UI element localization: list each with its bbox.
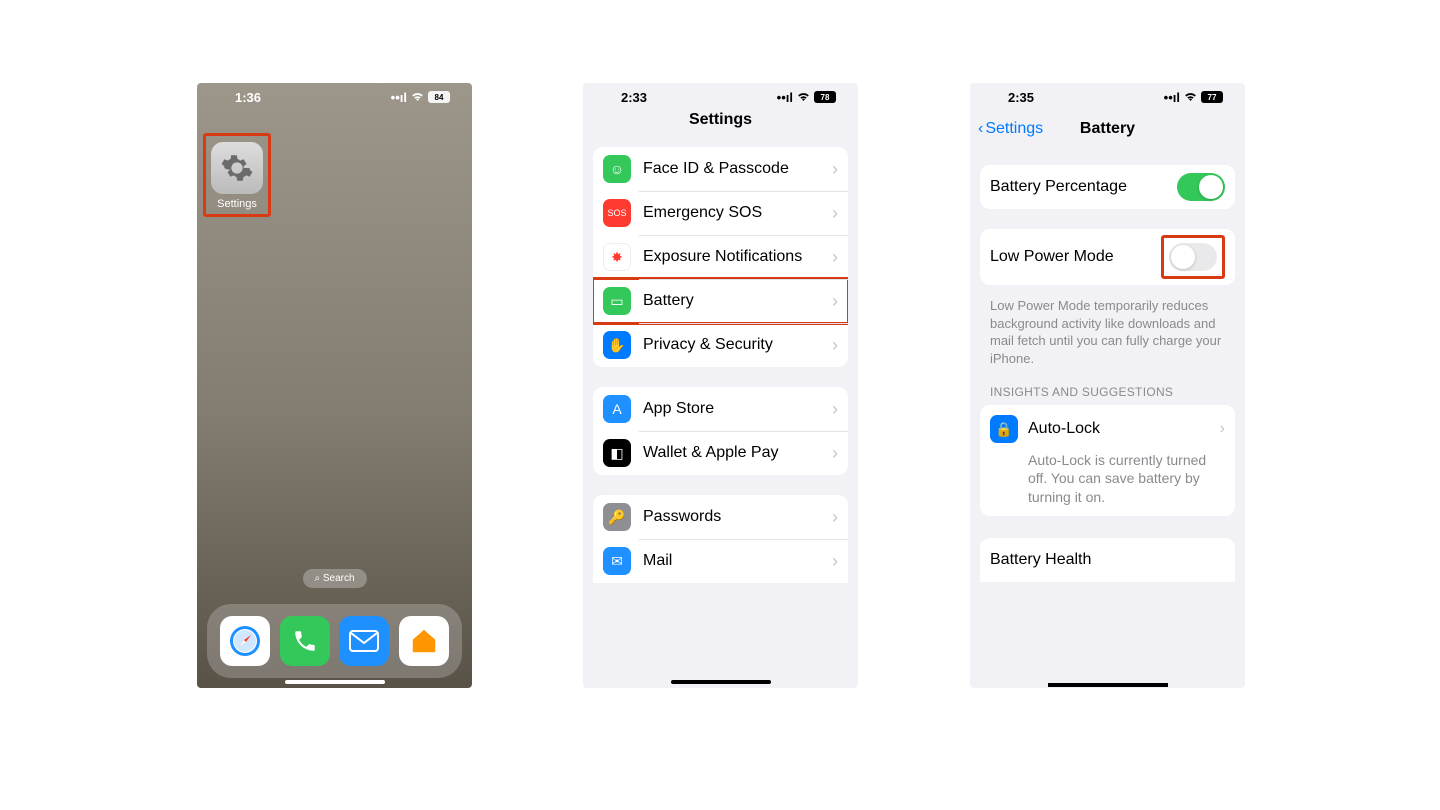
chevron-right-icon: › xyxy=(832,507,838,528)
settings-row[interactable]: ▭ Battery› xyxy=(593,279,848,323)
status-bar: 1:36 ••ıl 84 xyxy=(197,83,472,111)
phone-homescreen: 1:36 ••ıl 84 Settings ⌕ Search xyxy=(197,83,472,688)
mail-icon[interactable] xyxy=(339,616,389,666)
back-label: Settings xyxy=(985,120,1043,138)
row-low-power-mode[interactable]: Low Power Mode xyxy=(980,229,1235,285)
settings-row[interactable]: A App Store› xyxy=(593,387,848,431)
settings-row[interactable]: SOS Emergency SOS› xyxy=(593,191,848,235)
lock-icon: 🔒 xyxy=(990,415,1018,443)
status-time: 1:36 xyxy=(235,90,261,105)
battery-group-2: Low Power Mode xyxy=(980,229,1235,285)
row-label: Emergency SOS xyxy=(643,204,832,222)
nav-title: Settings xyxy=(583,111,858,147)
chevron-right-icon: › xyxy=(832,335,838,356)
chevron-right-icon: › xyxy=(832,551,838,572)
wifi-icon xyxy=(1184,90,1197,105)
row-label: Mail xyxy=(643,552,832,570)
row-label: Battery xyxy=(643,292,832,310)
row-icon: ✋ xyxy=(603,331,631,359)
toggle-low-power-mode[interactable] xyxy=(1169,243,1217,271)
search-pill[interactable]: ⌕ Search xyxy=(302,569,366,588)
autolock-label: Auto-Lock xyxy=(1028,420,1220,438)
back-button[interactable]: ‹ Settings xyxy=(978,120,1043,138)
row-label: Exposure Notifications xyxy=(643,247,832,266)
wifi-icon xyxy=(797,90,810,105)
settings-app-highlight: Settings xyxy=(203,133,271,217)
status-time: 2:35 xyxy=(1008,90,1034,105)
chevron-right-icon: › xyxy=(832,159,838,180)
status-indicators: ••ıl 84 xyxy=(391,90,450,105)
row-icon: ☺ xyxy=(603,155,631,183)
app-label: Settings xyxy=(208,198,266,210)
status-bar: 2:33 ••ıl 78 xyxy=(583,83,858,111)
home-indicator[interactable] xyxy=(285,680,385,684)
row-battery-percentage[interactable]: Battery Percentage xyxy=(980,165,1235,209)
battery-health-group: Battery Health xyxy=(980,538,1235,582)
gear-icon[interactable] xyxy=(211,142,263,194)
row-label: Passwords xyxy=(643,508,832,526)
chevron-right-icon: › xyxy=(832,247,838,268)
settings-group-c: 🔑Passwords›✉Mail› xyxy=(593,495,848,583)
settings-row[interactable]: 🔑 Passwords› xyxy=(593,495,848,539)
toggle-battery-percentage[interactable] xyxy=(1177,173,1225,201)
battery-group-1: Battery Percentage xyxy=(980,165,1235,209)
phone-settings-list: 2:33 ••ıl 78 Settings ☺ Face ID & Passcod… xyxy=(583,83,858,688)
search-label: Search xyxy=(323,573,355,584)
row-battery-health[interactable]: Battery Health xyxy=(980,538,1235,582)
settings-group-a: ☺Face ID & Passcode›SOSEmergency SOS›✸Ex… xyxy=(593,147,848,367)
settings-row[interactable]: ✋ Privacy & Security› xyxy=(593,323,848,367)
settings-row[interactable]: ✸ Exposure Notifications› xyxy=(593,235,848,279)
phone-icon[interactable] xyxy=(280,616,330,666)
cellular-icon: ••ıl xyxy=(391,90,407,105)
low-power-description: Low Power Mode temporarily reduces backg… xyxy=(970,289,1245,367)
row-icon: ◧ xyxy=(603,439,631,467)
wifi-icon xyxy=(411,90,424,105)
row-label: Battery Percentage xyxy=(990,178,1177,196)
battery-icon: 84 xyxy=(428,91,450,103)
low-power-toggle-highlight xyxy=(1161,235,1225,279)
row-icon: ✉ xyxy=(603,547,631,575)
autolock-description: Auto-Lock is currently turned off. You c… xyxy=(990,443,1225,506)
settings-row[interactable]: ◧ Wallet & Apple Pay› xyxy=(593,431,848,475)
dock xyxy=(207,604,462,678)
settings-row[interactable]: ☺ Face ID & Passcode› xyxy=(593,147,848,191)
chevron-right-icon: › xyxy=(1220,420,1225,438)
status-time: 2:33 xyxy=(621,90,647,105)
row-label: Privacy & Security xyxy=(643,336,832,354)
row-icon: ▭ xyxy=(603,287,631,315)
cellular-icon: ••ıl xyxy=(1164,90,1180,105)
row-icon: SOS xyxy=(603,199,631,227)
status-bar: 2:35 ••ıl 77 xyxy=(970,83,1245,111)
autolock-card[interactable]: 🔒 Auto-Lock › Auto-Lock is currently tur… xyxy=(980,405,1235,516)
home-icon[interactable] xyxy=(399,616,449,666)
status-indicators: ••ıl 77 xyxy=(1164,90,1223,105)
row-label: App Store xyxy=(643,400,832,418)
battery-icon: 78 xyxy=(814,91,836,103)
row-icon: A xyxy=(603,395,631,423)
row-label: Low Power Mode xyxy=(990,248,1161,266)
safari-icon[interactable] xyxy=(220,616,270,666)
status-indicators: ••ıl 78 xyxy=(777,90,836,105)
chevron-left-icon: ‹ xyxy=(978,120,983,138)
nav-title: Battery xyxy=(1080,120,1135,138)
settings-row[interactable]: ✉ Mail› xyxy=(593,539,848,583)
phone-battery-settings: 2:35 ••ıl 77 ‹ Settings Battery Battery … xyxy=(970,83,1245,688)
chevron-right-icon: › xyxy=(832,443,838,464)
battery-icon: 77 xyxy=(1201,91,1223,103)
home-indicator-strike xyxy=(1048,683,1168,687)
row-icon: 🔑 xyxy=(603,503,631,531)
chevron-right-icon: › xyxy=(832,399,838,420)
cellular-icon: ••ıl xyxy=(777,90,793,105)
home-indicator[interactable] xyxy=(671,680,771,684)
chevron-right-icon: › xyxy=(832,203,838,224)
row-label: Face ID & Passcode xyxy=(643,160,832,178)
row-label: Wallet & Apple Pay xyxy=(643,444,832,462)
row-icon: ✸ xyxy=(603,243,631,271)
chevron-right-icon: › xyxy=(832,291,838,312)
row-label: Battery Health xyxy=(990,551,1225,569)
settings-group-b: AApp Store›◧Wallet & Apple Pay› xyxy=(593,387,848,475)
section-header-insights: INSIGHTS AND SUGGESTIONS xyxy=(970,367,1245,405)
nav-bar: ‹ Settings Battery xyxy=(970,111,1245,147)
